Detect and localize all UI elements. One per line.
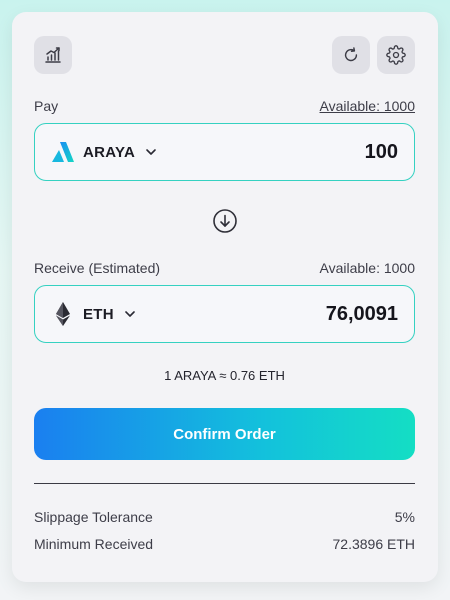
minimum-received-value: 72.3896 ETH <box>332 536 416 552</box>
swap-direction-button[interactable] <box>212 208 238 234</box>
pay-available-link[interactable]: Available: 1000 <box>320 98 415 114</box>
pay-amount-input[interactable]: 100 <box>365 141 398 164</box>
chart-button[interactable] <box>34 36 72 74</box>
receive-input-box[interactable]: ETH 76,0091 <box>34 285 415 343</box>
araya-logo-icon <box>51 140 75 164</box>
gear-icon <box>386 45 406 65</box>
chart-icon <box>43 45 63 65</box>
slippage-label: Slippage Tolerance <box>34 509 153 525</box>
receive-label-row: Receive (Estimated) Available: 1000 <box>34 260 415 276</box>
pay-token-name: ARAYA <box>83 143 136 161</box>
exchange-rate-text: 1 ARAYA ≈ 0.76 ETH <box>164 368 285 383</box>
swap-card: Pay Available: 1000 ARAYA 100 Receive (E… <box>12 12 438 582</box>
confirm-order-button[interactable]: Confirm Order <box>34 408 415 460</box>
minimum-received-row: Minimum Received 72.3896 ETH <box>34 536 415 552</box>
slippage-value: 5% <box>394 509 415 525</box>
receive-token-selector[interactable]: ETH <box>51 302 136 326</box>
pay-token-selector[interactable]: ARAYA <box>51 140 157 164</box>
receive-amount-value: 76,0091 <box>325 302 398 325</box>
receive-label: Receive (Estimated) <box>34 260 161 276</box>
refresh-icon <box>342 46 360 64</box>
minimum-received-label: Minimum Received <box>34 536 154 552</box>
receive-token-name: ETH <box>83 305 114 323</box>
settings-button[interactable] <box>377 36 415 74</box>
pay-input-box[interactable]: ARAYA 100 <box>34 123 415 181</box>
refresh-button[interactable] <box>332 36 370 74</box>
arrow-down-circle-icon <box>212 209 238 238</box>
pay-label-row: Pay Available: 1000 <box>34 98 415 114</box>
pay-label: Pay <box>34 98 59 114</box>
receive-available-text: Available: 1000 <box>319 260 415 276</box>
eth-logo-icon <box>51 302 75 326</box>
slippage-row: Slippage Tolerance 5% <box>34 509 415 525</box>
chevron-down-icon <box>145 148 157 156</box>
divider <box>34 483 415 484</box>
chevron-down-icon <box>124 310 136 318</box>
